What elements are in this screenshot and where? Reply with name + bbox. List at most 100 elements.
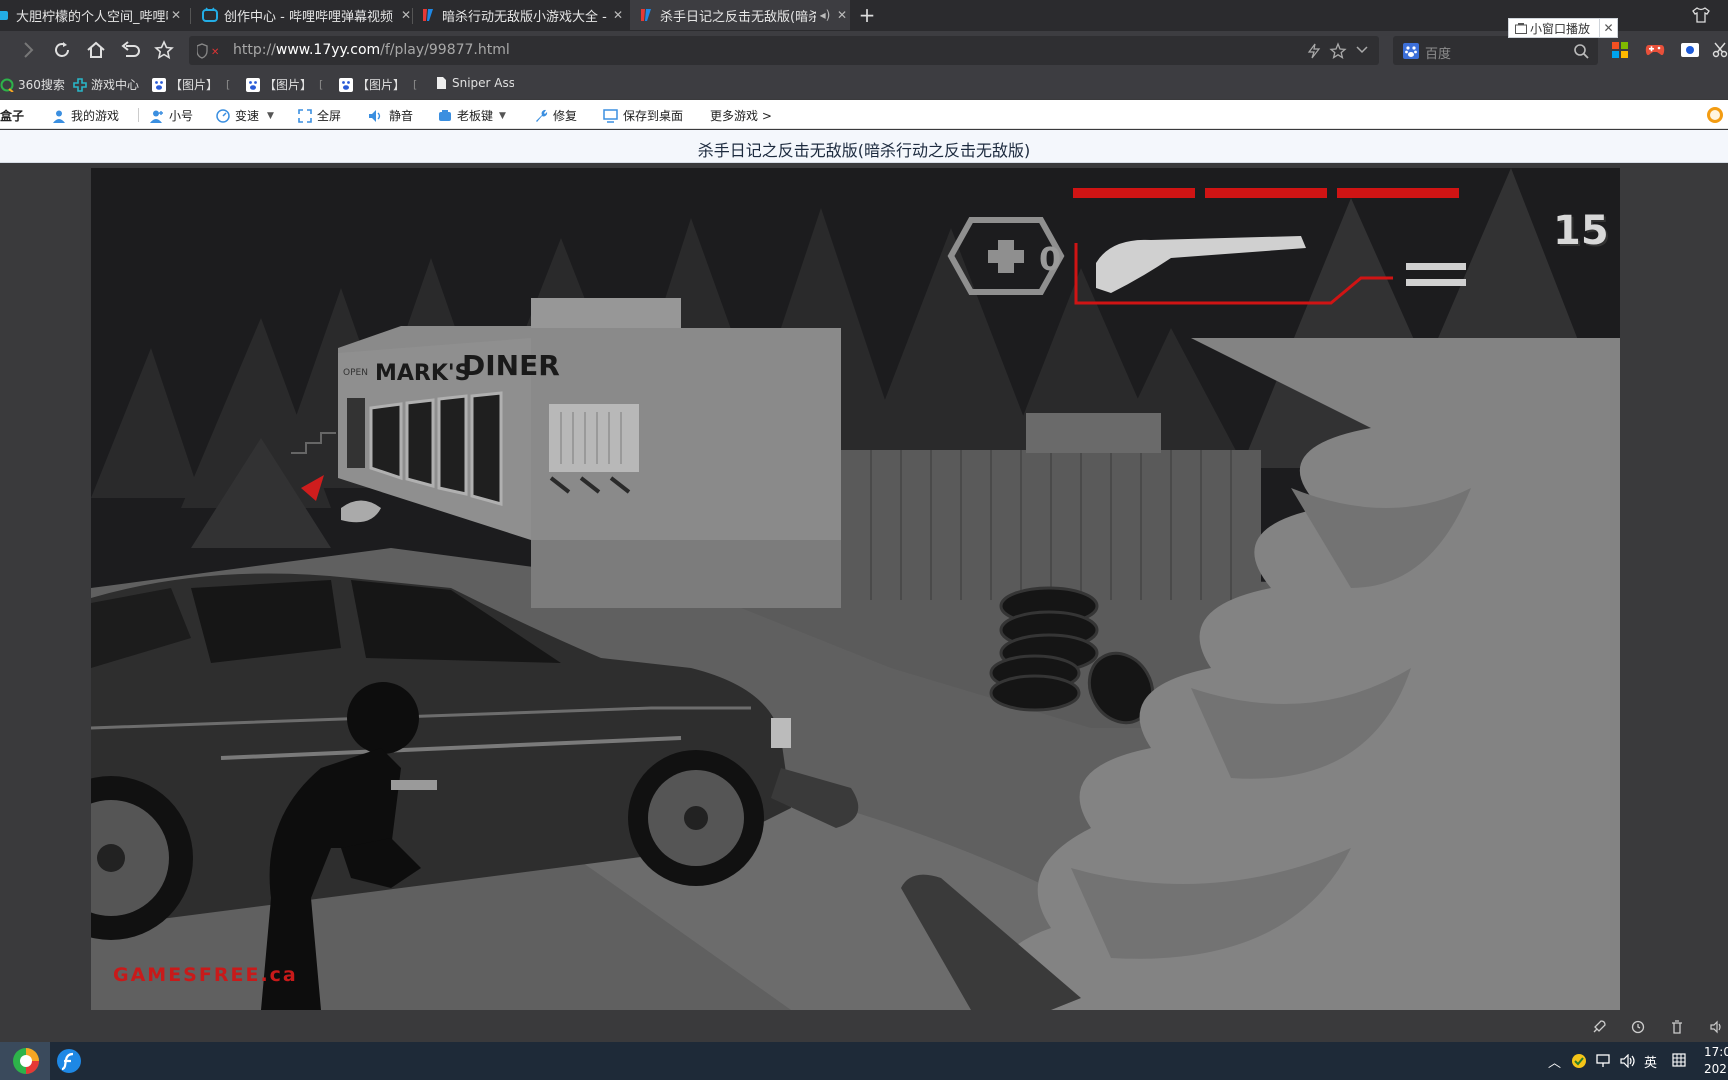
new-tab-button[interactable]: +	[856, 4, 878, 26]
search-placeholder: 百度	[1425, 47, 1452, 62]
bookmark-image-3[interactable]: 【图片】	[339, 76, 405, 93]
repair-button[interactable]: 修复	[534, 107, 577, 124]
flash-player-taskbar-icon[interactable]	[56, 1048, 82, 1074]
taskbar-clock[interactable]: 17:0 202	[1704, 1044, 1728, 1078]
game-canvas[interactable]: MARK'S DINER OPEN 0 15 GAMESFREE.ca	[91, 168, 1620, 1010]
status-bar	[0, 1012, 1728, 1042]
baidu-paw-icon	[339, 77, 353, 92]
tab-bar: 大胆柠檬的个人空间_哔哩哔哩 ✕ 创作中心 - 哔哩哔哩弹幕视频 ✕ 暗杀行动无…	[0, 0, 1728, 31]
close-icon[interactable]: ✕	[1599, 19, 1617, 37]
diner-sign-marks: MARK'S	[375, 361, 471, 386]
boss-key-icon	[438, 109, 452, 123]
fullscreen-icon	[298, 108, 312, 123]
fullscreen-button[interactable]: 全屏	[298, 107, 341, 124]
tab-title: 大胆柠檬的个人空间_哔哩哔哩	[16, 9, 168, 25]
page-icon	[434, 76, 448, 90]
tab-bilibili-space[interactable]: 大胆柠檬的个人空间_哔哩哔哩 ✕	[0, 0, 184, 30]
apps-grid-icon[interactable]	[1612, 42, 1628, 58]
open-sign: OPEN	[343, 368, 368, 378]
trash-icon[interactable]	[1670, 1020, 1684, 1034]
history-icon[interactable]	[1631, 1020, 1645, 1034]
security-shield-icon[interactable]: ✕	[197, 43, 225, 59]
gamesfree-logo[interactable]: GAMESFREE.ca	[113, 964, 298, 986]
chevron-up-icon[interactable]: ︿	[1548, 1052, 1561, 1071]
speed-button[interactable]: 变速 ▼	[216, 107, 274, 124]
navigation-bar: ✕ http://www.17yy.com/f/play/99877.html …	[0, 31, 1728, 69]
game-box-logo-icon[interactable]	[1706, 106, 1724, 124]
volume-icon[interactable]	[1710, 1020, 1724, 1034]
url-text[interactable]: http://www.17yy.com/f/play/99877.html	[233, 42, 510, 58]
player-gun	[391, 780, 437, 790]
door	[347, 398, 365, 468]
ammo-bar	[1406, 279, 1466, 286]
search-icon[interactable]	[1573, 43, 1589, 59]
reload-icon[interactable]	[52, 40, 72, 60]
ac-unit	[549, 404, 639, 472]
bookmark-game-center[interactable]: 游戏中心	[73, 76, 139, 93]
ime-indicator[interactable]: 英	[1644, 1052, 1657, 1071]
my-games-button[interactable]: 我的游戏	[52, 107, 119, 124]
windows-taskbar: ︿ 英 17:0 202	[0, 1042, 1728, 1080]
bookmark-label: Sniper Ass	[452, 76, 514, 90]
health-bar	[1073, 188, 1459, 198]
game-toolbar: 盒子 我的游戏 小号 变速 ▼ 全屏 静音 老板键 ▼ 修复 保存到桌面 更多游戏 …	[0, 100, 1728, 129]
screenshot-icon[interactable]	[1680, 42, 1700, 58]
bookmark-star-icon[interactable]	[1329, 42, 1347, 60]
tab-current-game[interactable]: 杀手日记之反击无敌版(暗杀 ◂) ✕	[630, 0, 850, 30]
scissors-icon[interactable]	[1712, 42, 1728, 58]
mute-button[interactable]: 静音	[368, 107, 413, 124]
close-tab-icon[interactable]: ✕	[168, 8, 184, 22]
tab-creator-center[interactable]: 创作中心 - 哔哩哔哩弹幕视频 ✕	[202, 0, 414, 30]
mini-window-label: 小窗口播放	[1530, 21, 1591, 36]
baidu-paw-icon	[246, 77, 260, 92]
shed	[1026, 413, 1161, 453]
baidu-paw-icon	[152, 77, 166, 92]
browser-360-taskbar-icon[interactable]	[0, 1042, 50, 1080]
bookmark-360-search[interactable]: 360搜索	[0, 76, 65, 93]
lightning-icon[interactable]	[1307, 43, 1321, 59]
input-grid-icon[interactable]	[1672, 1053, 1686, 1067]
17yy-icon	[638, 7, 654, 23]
shirt-skin-icon[interactable]	[1692, 6, 1710, 24]
chevron-down-icon[interactable]	[1355, 44, 1369, 56]
search-box[interactable]: 百度	[1393, 36, 1598, 65]
bookmark-label: 【图片】	[170, 78, 219, 92]
diner-sign-diner: DINER	[462, 349, 560, 382]
audio-playing-icon[interactable]: ◂)	[816, 8, 834, 22]
game-center-icon	[73, 77, 87, 92]
close-tab-icon[interactable]: ✕	[610, 8, 626, 22]
game-box-label[interactable]: 盒子	[0, 107, 24, 124]
undo-close-icon[interactable]	[120, 40, 140, 60]
mini-window-icon	[1515, 22, 1527, 34]
game-title-bar: 杀手日记之反击无敌版(暗杀行动之反击无敌版)	[0, 130, 1728, 163]
home-icon[interactable]	[86, 40, 106, 60]
favorite-star-icon[interactable]	[154, 40, 174, 60]
gamepad-icon[interactable]	[1645, 42, 1665, 58]
more-games-link[interactable]: 更多游戏 >	[710, 107, 772, 124]
speaker-tray-icon[interactable]	[1620, 1054, 1638, 1068]
save-to-desktop-button[interactable]: 保存到桌面	[603, 107, 683, 124]
chevron-down-icon: ▼	[499, 110, 506, 121]
address-bar[interactable]: ✕ http://www.17yy.com/f/play/99877.html	[189, 36, 1379, 65]
bookmark-image-2[interactable]: 【图片】	[246, 76, 312, 93]
ammo-bar	[1406, 263, 1466, 270]
bookmark-sniper[interactable]: Sniper Ass	[434, 76, 514, 90]
monitor-icon	[603, 108, 618, 123]
clock-date: 202	[1704, 1062, 1727, 1076]
network-icon[interactable]	[1596, 1054, 1612, 1068]
rocket-icon[interactable]	[1592, 1020, 1606, 1034]
forward-icon[interactable]	[20, 40, 36, 60]
boss-key-button[interactable]: 老板键 ▼	[438, 107, 506, 124]
tab-game-list[interactable]: 暗杀行动无敌版小游戏大全 - ✕	[420, 0, 626, 30]
alt-account-button[interactable]: 小号	[150, 107, 193, 124]
game-title: 杀手日记之反击无敌版(暗杀行动之反击无敌版)	[697, 141, 1031, 160]
security-shield-tray-icon[interactable]	[1571, 1053, 1587, 1069]
mini-window-button[interactable]: 小窗口播放 ✕	[1508, 18, 1618, 38]
health-segment	[1073, 188, 1195, 198]
close-tab-icon[interactable]: ✕	[834, 8, 850, 22]
bilibili-icon	[0, 7, 10, 23]
bookmark-image-1[interactable]: 【图片】	[152, 76, 218, 93]
bookmark-label: 【图片】	[264, 78, 313, 92]
bookmark-label: 游戏中心	[91, 78, 140, 92]
speed-icon	[216, 108, 230, 123]
